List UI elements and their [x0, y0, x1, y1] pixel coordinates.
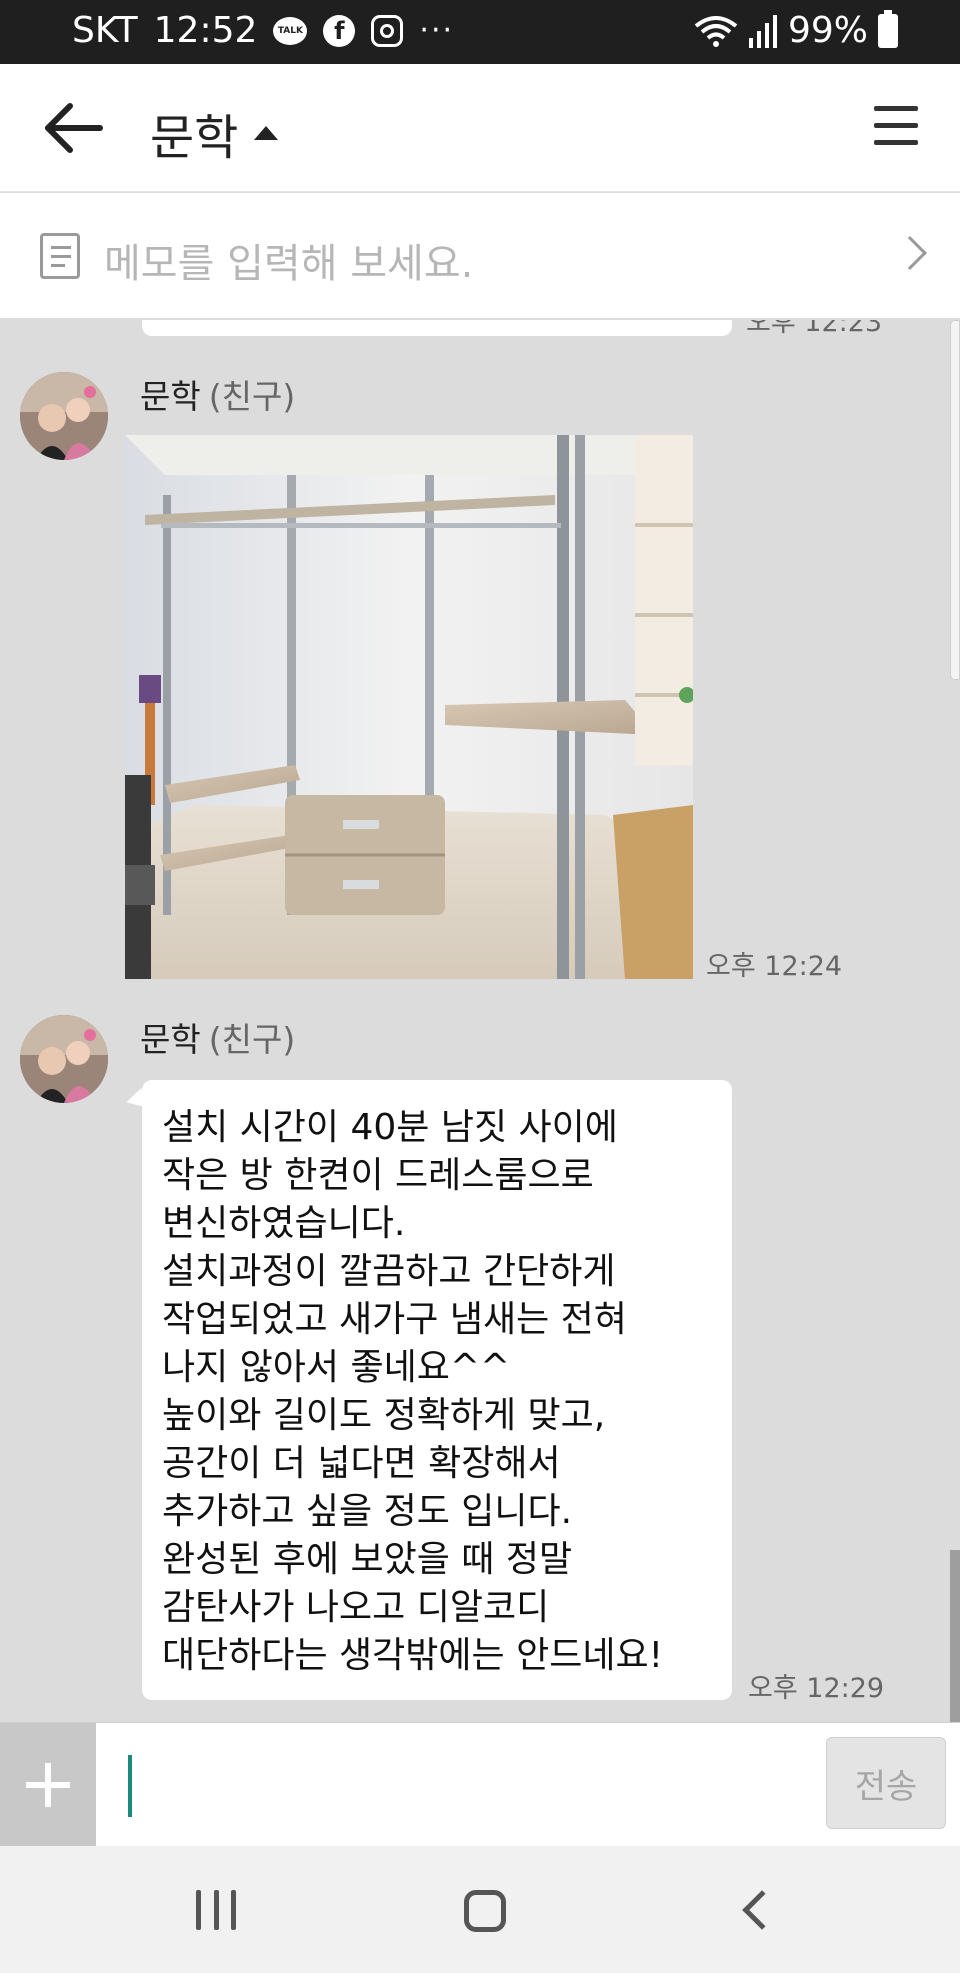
scrollbar-thumb[interactable] [950, 1550, 960, 1722]
message-line: 대단하다는 생각밖에는 안드네요! [162, 1635, 663, 1676]
message-line: 작업되었고 새가구 냄새는 전혀 [162, 1299, 627, 1340]
battery-icon [878, 9, 898, 48]
recent-apps-icon[interactable] [196, 1890, 236, 1930]
message-line: 추가하고 싶을 정도 입니다. [162, 1491, 573, 1532]
wifi-icon [694, 15, 738, 47]
sender-tag: (친구) [208, 377, 296, 416]
home-icon[interactable] [464, 1890, 506, 1932]
sender-name: 문학 (친구) [140, 377, 296, 416]
talk-icon: TALK [273, 16, 308, 45]
text-cursor [128, 1755, 132, 1817]
battery-level: 99% [787, 10, 868, 51]
previous-message-bubble[interactable] [142, 320, 732, 336]
chat-title-button[interactable]: 문학 [150, 98, 279, 168]
memo-icon [40, 233, 80, 279]
previous-message-time: 오후 12:23 [746, 320, 883, 338]
message-line: 설치과정이 깔끔하고 간단하게 [162, 1251, 616, 1292]
photo-message[interactable] [125, 435, 693, 979]
caret-up-icon [254, 126, 279, 140]
instagram-icon [371, 14, 404, 47]
memo-bar[interactable]: 메모를 입력해 보세요. [0, 193, 960, 319]
carrier-label: SKT [72, 10, 138, 51]
message-input-bar: 전송 [0, 1722, 960, 1847]
message-input[interactable] [110, 1733, 810, 1837]
message-line: 설치 시간이 40분 남짓 사이에 [162, 1107, 618, 1148]
clock: 12:52 [153, 10, 258, 51]
avatar[interactable] [20, 1015, 108, 1103]
facebook-icon: f [323, 14, 356, 47]
more-notifications-icon: ··· [419, 13, 455, 48]
sender-name: 문학 (친구) [140, 1020, 296, 1059]
send-button[interactable]: 전송 [826, 1737, 946, 1829]
plus-button[interactable] [0, 1723, 96, 1847]
message-line: 감탄사가 나오고 디알코디 [162, 1587, 550, 1628]
chat-area[interactable]: 오후 12:23 문학 (친구) 오후 12:24 문학 (친구) 설치 시간이… [0, 320, 960, 1722]
signal-icon [748, 14, 777, 48]
scrollbar-handle[interactable] [950, 320, 960, 680]
back-icon[interactable] [742, 1890, 782, 1930]
message-line: 변신하였습니다. [162, 1203, 406, 1244]
message-line: 공간이 더 넓다면 확장해서 [162, 1443, 561, 1484]
memo-placeholder: 메모를 입력해 보세요. [104, 241, 474, 287]
message-line: 완성된 후에 보았을 때 정말 [162, 1539, 573, 1580]
chat-header: 문학 [0, 64, 960, 192]
message-line: 높이와 길이도 정확하게 맞고, [162, 1395, 606, 1436]
menu-icon[interactable] [874, 106, 920, 148]
message-time: 오후 12:29 [748, 1673, 885, 1704]
sender-tag: (친구) [208, 1020, 296, 1059]
system-nav-bar [0, 1846, 960, 1973]
message-line: 작은 방 한켠이 드레스룸으로 [162, 1155, 594, 1196]
status-left: SKT 12:52 TALK f ··· [72, 10, 454, 51]
back-arrow-icon[interactable] [44, 100, 104, 156]
chevron-right-icon [893, 236, 927, 270]
message-time: 오후 12:24 [706, 951, 843, 982]
chat-title: 문학 [150, 110, 239, 166]
message-line: 나지 않아서 좋네요^^ [162, 1347, 511, 1388]
status-bar: SKT 12:52 TALK f ··· 99% [0, 0, 960, 64]
text-message-bubble[interactable]: 설치 시간이 40분 남짓 사이에 작은 방 한켠이 드레스룸으로 변신하였습니… [142, 1080, 732, 1700]
status-right: 99% [694, 9, 898, 51]
avatar[interactable] [20, 372, 108, 460]
